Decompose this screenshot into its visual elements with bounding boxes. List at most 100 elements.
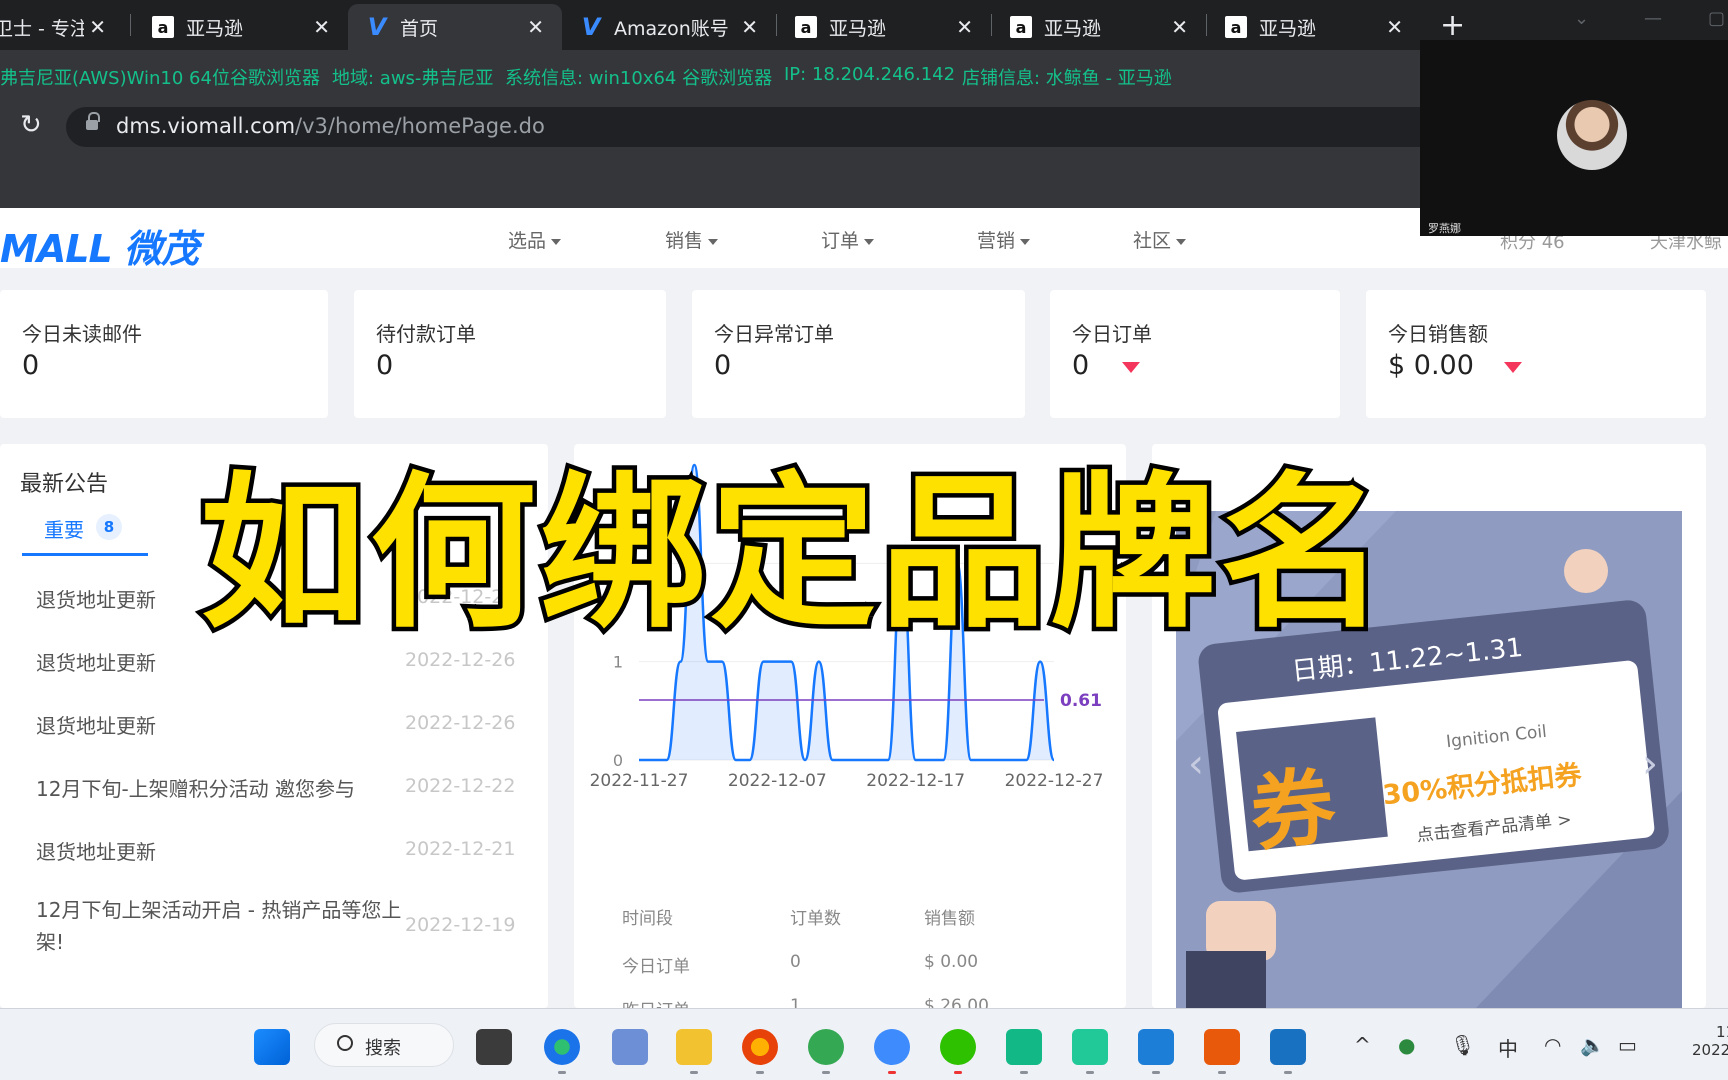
stat-title: 今日销售额 (1388, 322, 1488, 346)
url-text: dms.viomall.com/v3/home/homePage.do (116, 114, 545, 138)
carousel-next-icon[interactable]: › (1642, 741, 1658, 787)
notice-date: 2022-12-19 (405, 914, 516, 936)
browser-tab-1[interactable]: 卫士 - 专注 ✕ (0, 4, 124, 50)
count-badge: 8 (96, 514, 122, 540)
security-tray-icon[interactable]: ● (1398, 1033, 1415, 1057)
notice-item[interactable]: 12月下旬-上架赠积分活动 邀您参与 (36, 773, 355, 802)
notice-item[interactable]: 退货地址更新 (36, 584, 156, 613)
close-tab-icon[interactable]: ✕ (741, 15, 758, 39)
browser-tab-7[interactable]: a 亚马逊 ✕ (1207, 4, 1421, 50)
webcam-name: 罗燕娜 (1428, 222, 1461, 235)
nav-item-selection[interactable]: 选品 (508, 226, 561, 253)
minimize-icon[interactable]: — (1644, 8, 1662, 29)
new-tab-button[interactable]: + (1440, 8, 1465, 43)
info-region: 地域: aws-弗吉尼亚 (332, 68, 494, 89)
wifi-icon[interactable]: ◠ (1544, 1033, 1561, 1057)
url-input[interactable]: dms.viomall.com/v3/home/homePage.do (66, 107, 1466, 147)
microphone-icon[interactable]: 🎙 (1450, 1033, 1475, 1057)
clock-date[interactable]: 2022/12 (1692, 1041, 1728, 1059)
carousel-prev-icon[interactable]: ‹ (1188, 741, 1204, 787)
table-header: 时间段 (622, 909, 673, 929)
stat-card-abnormal-orders[interactable]: 今日异常订单 0 (692, 290, 1025, 418)
stat-value: 0 (714, 350, 732, 381)
table-cell: 0 (790, 952, 801, 972)
nav-item-community[interactable]: 社区 (1133, 226, 1186, 253)
browser-tab-2[interactable]: a 亚马逊 ✕ (134, 4, 348, 50)
nav-item-orders[interactable]: 订单 (821, 226, 874, 253)
clock-time[interactable]: 11 (1716, 1023, 1728, 1041)
chevron-up-icon[interactable]: ^ (1354, 1033, 1371, 1057)
gear-app-icon[interactable] (1138, 1029, 1174, 1065)
chat-app-icon[interactable] (874, 1029, 910, 1065)
stat-title: 待付款订单 (376, 322, 476, 346)
browser-tab-6[interactable]: a 亚马逊 ✕ (992, 4, 1206, 50)
close-tab-icon[interactable]: ✕ (313, 15, 330, 39)
tab-label: 亚马逊 (1259, 17, 1317, 40)
taskbar-search[interactable]: 搜索 (314, 1023, 454, 1067)
close-tab-icon[interactable]: ✕ (89, 15, 106, 39)
notice-title: 最新公告 (20, 472, 109, 497)
search-label: 搜索 (365, 1038, 401, 1059)
close-tab-icon[interactable]: ✕ (956, 15, 973, 39)
amazon-icon: a (152, 16, 174, 38)
ie-browser-icon[interactable] (808, 1029, 844, 1065)
notice-item[interactable]: 退货地址更新 (36, 836, 156, 865)
running-indicator (1218, 1071, 1226, 1074)
running-indicator (1284, 1071, 1292, 1074)
notice-item[interactable]: 退货地址更新 (36, 647, 156, 676)
browser-tab-5[interactable]: a 亚马逊 ✕ (777, 4, 991, 50)
wps-icon[interactable] (1204, 1029, 1240, 1065)
notice-item[interactable]: 退货地址更新 (36, 710, 156, 739)
close-tab-icon[interactable]: ✕ (1171, 15, 1188, 39)
webcam-overlay: 罗燕娜 (1420, 40, 1728, 236)
amazon-icon: a (1225, 16, 1247, 38)
browser-tab-4[interactable]: V Amazon账号 ✕ (562, 4, 776, 50)
stat-card-pending-payment[interactable]: 待付款订单 0 (354, 290, 666, 418)
maximize-icon[interactable]: ▢ (1708, 8, 1725, 29)
running-indicator (822, 1071, 830, 1074)
network-app-icon[interactable] (612, 1029, 648, 1065)
stat-card-unread-mail[interactable]: 今日未读邮件 0 (0, 290, 328, 418)
close-tab-icon[interactable]: ✕ (527, 15, 544, 39)
browser-tab-3[interactable]: V 首页 ✕ (348, 4, 562, 50)
meeting-app-icon[interactable] (1270, 1029, 1306, 1065)
tab-important[interactable]: 重要 8 (22, 508, 148, 556)
v-logo-icon: V (581, 13, 601, 41)
tab-label: Amazon账号 (614, 17, 729, 40)
running-indicator (1086, 1071, 1094, 1074)
shield-app-icon[interactable] (1072, 1029, 1108, 1065)
edge-icon[interactable] (544, 1029, 580, 1065)
wechat-icon[interactable] (940, 1029, 976, 1065)
info-shop: 店铺信息: 水鲸鱼 - 亚马逊 (962, 68, 1172, 89)
volume-icon[interactable]: 🔈 (1580, 1033, 1605, 1057)
ime-indicator[interactable]: 中 (1498, 1033, 1518, 1062)
stat-value: 0 (22, 350, 40, 381)
table-header: 订单数 (790, 909, 841, 929)
info-ip: IP: 18.204.246.142 (784, 64, 956, 85)
reload-icon[interactable]: ↻ (20, 110, 42, 140)
nav-item-marketing[interactable]: 营销 (977, 226, 1030, 253)
lock-icon (86, 112, 100, 132)
info-region-env: 弗吉尼亚(AWS)Win10 64位谷歌浏览器 (0, 68, 320, 89)
table-cell: 1 (790, 996, 801, 1008)
folder-icon[interactable] (676, 1029, 712, 1065)
tab-label: 亚马逊 (1044, 17, 1102, 40)
table-cell: $ 0.00 (924, 952, 979, 972)
x-tick-label: 2022-12-17 (866, 771, 965, 791)
stat-card-today-sales[interactable]: 今日销售额 $ 0.00 (1366, 290, 1706, 418)
chevron-down-icon[interactable]: ⌄ (1574, 8, 1589, 29)
tab-label: 卫士 - 专注 (0, 17, 84, 40)
task-view-icon[interactable] (476, 1029, 512, 1065)
windows-start-icon[interactable] (254, 1029, 290, 1065)
close-tab-icon[interactable]: ✕ (1386, 15, 1403, 39)
video-overlay-title: 如何绑定品牌名 (196, 454, 1391, 656)
running-indicator (888, 1071, 896, 1074)
nav-item-sales[interactable]: 销售 (665, 226, 718, 253)
battery-icon[interactable]: ▭ (1618, 1033, 1637, 1057)
site-logo[interactable]: MALL 微茂 (0, 218, 199, 273)
info-system: 系统信息: win10x64 谷歌浏览器 (505, 68, 773, 89)
notice-item[interactable]: 12月下旬上架活动开启 - 热销产品等您上架! (36, 894, 406, 958)
firefox-icon[interactable] (742, 1029, 778, 1065)
shield-app-icon[interactable] (1006, 1029, 1042, 1065)
stat-card-today-orders[interactable]: 今日订单 0 (1050, 290, 1340, 418)
